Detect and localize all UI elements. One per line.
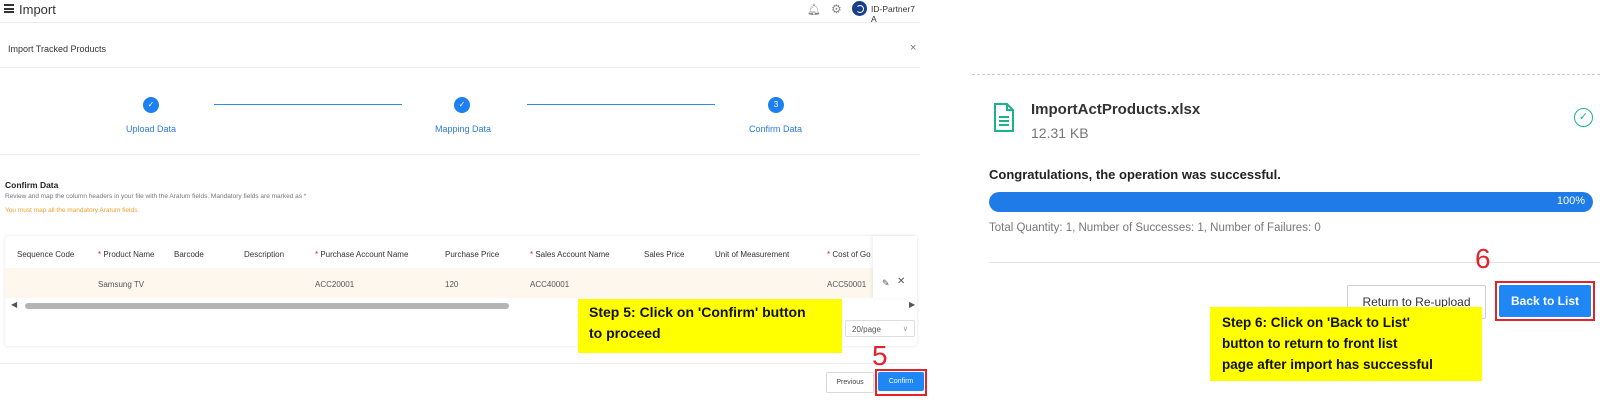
step-2-label: Mapping Data [435,124,492,134]
previous-button[interactable]: Previous [826,372,874,393]
step-3-number: 3 [768,97,784,113]
callout-line: page after import has successful [1222,357,1433,372]
table-cell: Samsung TV [98,280,145,289]
section-warning: You must map all the mandatory Aratum fi… [5,207,140,214]
stepper: ✓ ✓ 3 Upload Data Mapping Data Confirm D… [0,90,920,140]
column-header: * Product Name [98,250,155,259]
column-header: * Purchase Account Name [315,250,409,259]
callout-line: button to return to front list [1222,336,1398,351]
success-message: Congratulations, the operation was succe… [989,167,1281,182]
import-summary: Total Quantity: 1, Number of Successes: … [989,222,1321,234]
step-2-check-icon: ✓ [454,97,470,113]
step-5-number: 5 [872,340,888,371]
progress-label: 100% [1556,195,1585,207]
column-header: Purchase Price [445,250,500,259]
column-header: Barcode [174,250,204,259]
table-cell: ACC40001 [530,280,570,289]
delete-icon[interactable]: ✕ [897,276,905,287]
step-6-callout: Step 6: Click on 'Back to List' button t… [1210,307,1482,381]
table-cell: ACC20001 [315,280,355,289]
avatar[interactable] [852,1,867,16]
section-hint: Review and map the column headers in you… [5,193,307,200]
bell-icon[interactable]: 🔔︎ [807,3,821,16]
file-size: 12.31 KB [1031,125,1089,141]
highlight-box [1495,281,1595,321]
scroll-right-icon[interactable]: ▶ [909,300,915,309]
file-name: ImportActProducts.xlsx [1031,101,1201,118]
top-bar: Import 🔔︎ ⚙ ID-Partner7 A [0,0,920,24]
column-header: Sequence Code [17,250,75,259]
file-icon [994,103,1014,132]
column-header: Sales Price [644,250,685,259]
menu-icon[interactable] [4,4,14,13]
step-connector [214,104,402,105]
highlight-box [875,369,927,396]
row-actions [873,236,917,298]
table-cell: ACC50001 [827,280,867,289]
step-1-label: Upload Data [126,124,177,134]
check-circle-icon: ✓ [1574,108,1593,127]
divider [0,363,920,364]
divider [0,67,920,68]
page-title: Import [19,2,56,17]
dashed-divider [972,74,1600,75]
progress-fill [989,192,1593,212]
page-size-select[interactable]: 20/page ∨ [845,320,915,337]
horizontal-scrollbar[interactable] [25,303,509,309]
column-header: Unit of Measurement [715,250,790,259]
column-header: Description [244,250,285,259]
modal-title: Import Tracked Products [8,44,107,54]
callout-line: Step 6: Click on 'Back to List' [1222,315,1410,330]
divider [0,154,920,155]
step-5-callout: Step 5: Click on 'Confirm' button to pro… [578,299,842,353]
step-connector [527,104,715,105]
column-header: * Cost of Go [827,250,871,259]
scroll-left-icon[interactable]: ◀ [11,300,17,309]
step-6-number: 6 [1475,243,1491,274]
divider [0,22,920,23]
close-icon[interactable]: × [910,42,916,54]
table-cell: 120 [445,280,459,289]
column-header: * Sales Account Name [530,250,610,259]
divider [989,262,1600,263]
section-title: Confirm Data [5,180,59,190]
user-name[interactable]: ID-Partner7 A [871,4,920,24]
gear-icon[interactable]: ⚙ [831,2,842,16]
callout-line: Step 5: Click on 'Confirm' button [589,304,806,320]
callout-line: to proceed [589,325,661,341]
chevron-down-icon: ∨ [902,326,908,333]
progress-bar: 100% [989,192,1593,212]
step-3-label: Confirm Data [749,124,803,134]
edit-icon[interactable]: ✎ [882,278,890,289]
step-1-check-icon: ✓ [143,97,159,113]
